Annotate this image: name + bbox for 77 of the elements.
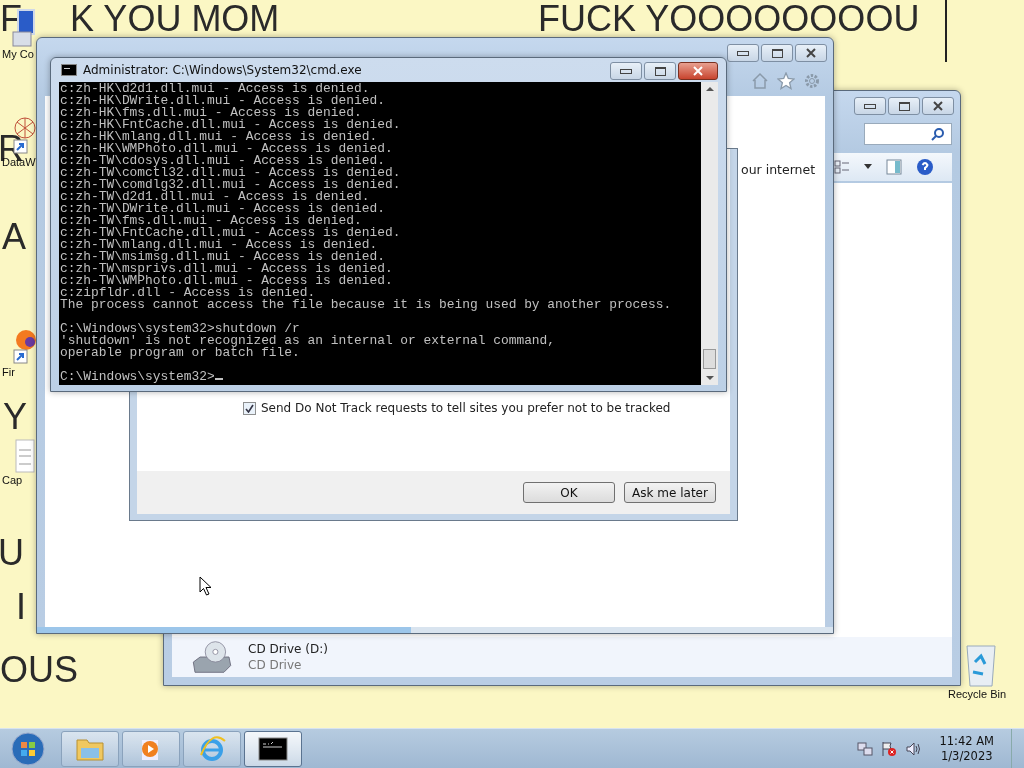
console-line: c:zh-HK\fms.dll.mui - Access is denied. <box>60 107 362 119</box>
console-line: c:zh-HK\DWrite.dll.mui - Access is denied. <box>60 95 386 107</box>
minimize-button[interactable] <box>854 97 886 115</box>
mouse-cursor-icon <box>199 576 213 596</box>
console-line: c:zh-HK\mlang.dll.mui - Access is denied. <box>60 131 378 143</box>
browser-icon <box>197 734 227 763</box>
wallpaper-text: OUS <box>0 655 78 685</box>
console-prompt[interactable]: C:\Windows\system32> <box>60 371 701 383</box>
wallpaper-text: I <box>16 592 26 622</box>
star-icon[interactable] <box>777 72 795 90</box>
flag-error-icon[interactable] <box>881 740 898 757</box>
console-line: c:zipfldr.dll - Access is denied. <box>60 287 316 299</box>
desktop-icon-label[interactable]: My Co <box>0 48 34 60</box>
console-icon <box>61 64 77 76</box>
console-line: c:zh-TW\WMPhoto.dll.mui - Access is denied. <box>60 275 394 287</box>
speaker-icon[interactable] <box>905 740 922 757</box>
desktop-icon-label[interactable]: Cap <box>0 474 23 486</box>
wallpaper-text: Y <box>3 402 27 432</box>
window-title: Administrator: C:\Windows\System32\cmd.exe <box>83 63 362 77</box>
console-line: c:zh-TW\msimsg.dll.mui - Access is denied. <box>60 251 385 263</box>
network-icon[interactable] <box>857 740 874 757</box>
close-icon <box>692 66 704 76</box>
search-field[interactable] <box>864 123 952 145</box>
clock-date[interactable]: 1/3/2023 <box>940 748 993 764</box>
view-icon[interactable] <box>834 160 850 174</box>
down-arrow-icon <box>705 375 714 381</box>
maximize-button[interactable] <box>888 97 920 115</box>
dialog-button[interactable]: Ask me later <box>624 482 716 503</box>
dialog-button[interactable]: OK <box>523 482 615 503</box>
console-line: c:zh-TW\FntCache.dll.mui - Access is denied. <box>60 227 402 239</box>
console-line: c:zh-HK\FntCache.dll.mui - Access is denied. <box>60 119 402 131</box>
console-line: C:\Windows\system32>shutdown /r <box>60 323 301 335</box>
start-button[interactable] <box>10 730 46 767</box>
text-caret <box>945 0 947 62</box>
up-arrow-icon <box>705 86 714 92</box>
console-line: operable program or batch file. <box>60 347 301 359</box>
wallpaper-text: A <box>2 222 26 252</box>
console-line: c:zh-TW\mlang.dll.mui - Access is denied. <box>60 239 378 251</box>
taskbar-button[interactable] <box>244 730 302 767</box>
wallpaper-text: U <box>0 538 24 568</box>
console-line: 'shutdown' is not recognized as an internal or external command, <box>60 335 557 347</box>
close-button[interactable] <box>922 97 954 115</box>
clock-time[interactable]: 11:42 AM <box>939 733 994 749</box>
caret-icon[interactable] <box>864 164 872 170</box>
scroll-thumb[interactable] <box>703 349 716 369</box>
drive-name[interactable]: CD Drive (D:) <box>248 642 328 656</box>
wallpaper-text: FUCK YOOOOOOOOU <box>538 4 920 34</box>
drive-type: CD Drive <box>248 658 303 672</box>
close-icon <box>805 48 817 58</box>
console-line: c:zh-TW\DWrite.dll.mui - Access is denied. <box>60 203 386 215</box>
close-icon <box>932 101 944 111</box>
page-text: our internet <box>741 162 816 177</box>
recycle-bin-icon[interactable] <box>964 642 998 688</box>
console-line: c:zh-TW\cdosys.dll.mui - Access is denied. <box>60 155 385 167</box>
console-line: c:zh-TW\fms.dll.mui - Access is denied. <box>60 215 362 227</box>
console-line: c:zh-TW\msprivs.dll.mui - Access is denied. <box>60 263 394 275</box>
desktop-icon-label[interactable]: Recycle Bin <box>946 688 1007 700</box>
console-icon <box>258 736 288 761</box>
close-button[interactable] <box>795 44 827 62</box>
minimize-button[interactable] <box>610 62 642 80</box>
close-button[interactable] <box>678 62 718 80</box>
scrollbar[interactable] <box>701 82 718 385</box>
minimize-button[interactable] <box>727 44 759 62</box>
console-line: c:zh-HK\WMPhoto.dll.mui - Access is denied. <box>60 143 394 155</box>
console-line: c:zh-TW\comdlg32.dll.mui - Access is denied. <box>60 179 402 191</box>
checkbox[interactable] <box>243 401 256 415</box>
console-line: The process cannot access the file because it is being used by another process. <box>60 299 673 311</box>
search-icon <box>931 127 945 141</box>
console-line: c:zh-TW\d2d1.dll.mui - Access is denied. <box>60 191 370 203</box>
desktop-icon-label[interactable]: Fir <box>0 366 15 378</box>
console-line: c:zh-TW\comctl32.dll.mui - Access is denied. <box>60 167 402 179</box>
checkbox-label[interactable]: Send Do Not Track requests to tell sites you prefer not to be tracked <box>261 401 671 415</box>
wallpaper-text: K YOU MOM <box>70 4 280 34</box>
console-line: c:zh-HK\d2d1.dll.mui - Access is denied. <box>60 83 370 95</box>
help-icon[interactable] <box>916 158 934 176</box>
maximize-button[interactable] <box>761 44 793 62</box>
maximize-button[interactable] <box>644 62 676 80</box>
